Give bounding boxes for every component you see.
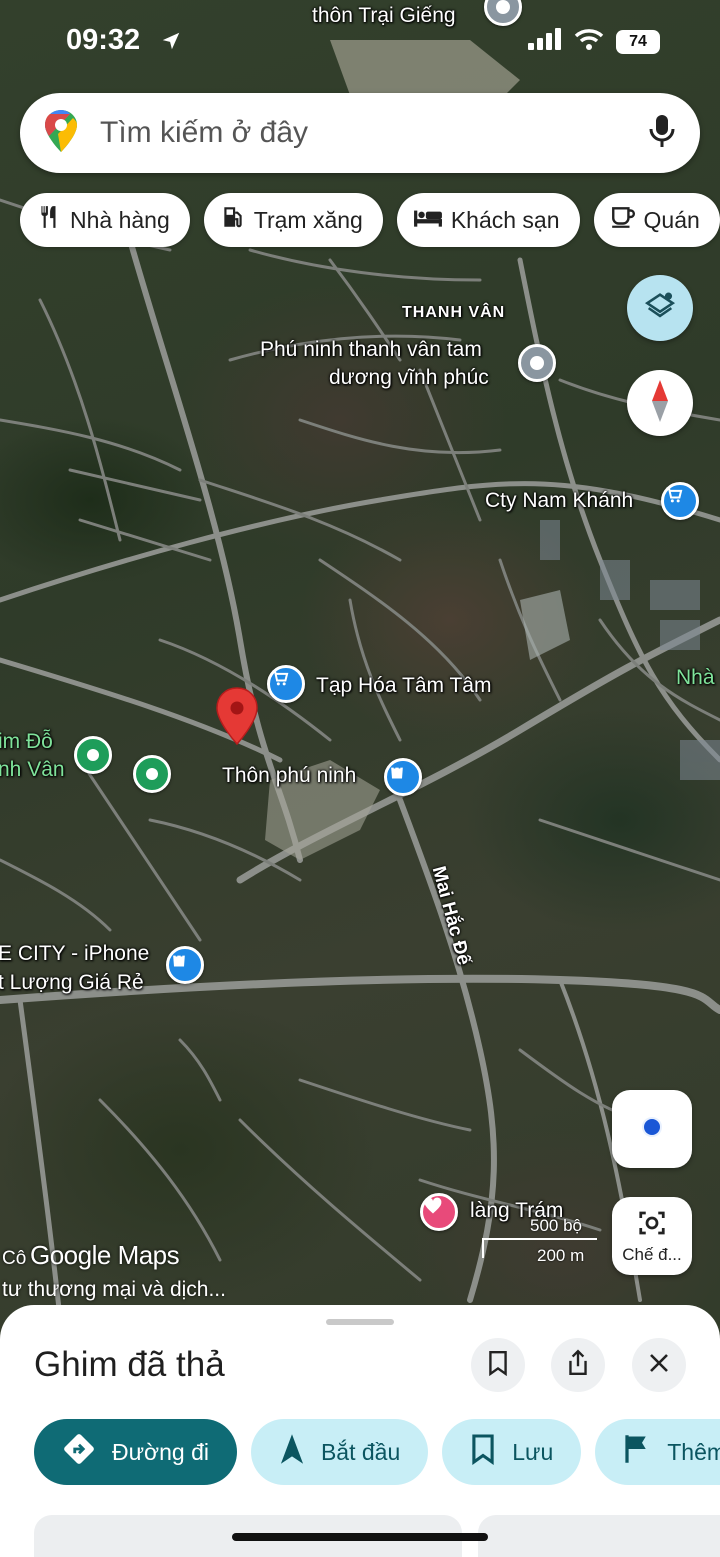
heart-pin-icon[interactable] — [420, 1193, 458, 1231]
park-pin-icon[interactable] — [74, 736, 112, 774]
shopping-bag-icon[interactable] — [384, 758, 422, 796]
compass-button[interactable] — [627, 370, 693, 436]
save-place-button[interactable]: Lưu — [442, 1419, 582, 1485]
attribution-prefix: Cô — [2, 1248, 27, 1269]
map-label-cty-nam-khanh[interactable]: Cty Nam Khánh — [485, 489, 633, 513]
layers-icon — [643, 289, 677, 328]
sheet-drag-handle[interactable] — [326, 1319, 394, 1325]
more-button[interactable]: Thêm — [595, 1419, 720, 1485]
scale-imperial: 500 bộ — [530, 1216, 582, 1235]
bookmark-icon — [487, 1350, 509, 1381]
map-label-city-iphone-line1[interactable]: E CITY - iPhone — [0, 942, 149, 966]
shopping-bag-icon[interactable] — [166, 946, 204, 984]
compass-icon — [650, 379, 670, 427]
close-button[interactable] — [632, 1338, 686, 1392]
my-location-icon — [638, 1113, 666, 1146]
microphone-icon[interactable] — [648, 113, 676, 154]
directions-label: Đường đi — [112, 1438, 209, 1465]
sheet-title: Ghim đã thả — [34, 1345, 225, 1384]
layers-button[interactable] — [627, 275, 693, 341]
map-label-tap-hoa[interactable]: Tạp Hóa Tâm Tâm — [316, 674, 491, 698]
more-label: Thêm — [667, 1438, 720, 1465]
wifi-icon — [574, 28, 604, 55]
gas-station-icon — [220, 204, 246, 236]
info-card[interactable] — [478, 1515, 720, 1557]
hotel-icon — [413, 204, 443, 236]
place-pin-icon[interactable] — [518, 344, 556, 382]
map-label-im-do-line1[interactable]: im Đỗ — [0, 730, 53, 754]
bookmark-icon — [470, 1433, 496, 1471]
start-navigation-button[interactable]: Bắt đầu — [250, 1419, 429, 1485]
save-label: Lưu — [512, 1438, 554, 1465]
cellular-signal-icon — [528, 28, 562, 55]
camera-lens-icon — [637, 1208, 667, 1243]
lens-mode-button[interactable]: Chế đ... — [612, 1197, 692, 1275]
map-label-thanh-van[interactable]: THANH VÂN — [402, 304, 505, 322]
shopping-cart-icon[interactable] — [267, 665, 305, 703]
start-label: Bắt đầu — [320, 1438, 401, 1465]
share-button[interactable] — [551, 1338, 605, 1392]
map-label-thon-phu-ninh[interactable]: Thôn phú ninh — [222, 764, 356, 788]
location-arrow-icon — [160, 30, 182, 57]
map-attribution[interactable]: tư thương mại và dịch... — [2, 1278, 226, 1302]
search-input[interactable]: Tìm kiếm ở đây — [100, 116, 648, 150]
chip-label: Quán — [643, 206, 700, 233]
map-label-phu-ninh-line1[interactable]: Phú ninh thanh vân tam — [260, 338, 482, 362]
scale-metric: 200 m — [537, 1246, 585, 1265]
restaurant-icon — [36, 204, 62, 236]
place-bottom-sheet[interactable]: Ghim đã thả Đường đi Bắt đầu Lưu Thêm — [0, 1305, 720, 1557]
flag-icon — [623, 1434, 651, 1470]
directions-button[interactable]: Đường đi — [34, 1419, 237, 1485]
map-label-trai-gieng[interactable]: thôn Trại Giếng — [312, 4, 456, 28]
map-label-city-iphone-line2[interactable]: t Lượng Giá Rẻ — [0, 971, 144, 995]
lens-label: Chế đ... — [622, 1244, 682, 1264]
chip-cafes[interactable]: Quán — [593, 193, 720, 247]
map-label-nha[interactable]: Nhà — [676, 666, 715, 690]
save-button[interactable] — [471, 1338, 525, 1392]
directions-icon — [62, 1432, 96, 1472]
google-maps-watermark: Google Maps — [30, 1240, 180, 1270]
home-indicator — [232, 1533, 488, 1541]
chip-label: Nhà hàng — [70, 206, 170, 233]
navigation-icon — [279, 1433, 305, 1471]
park-pin-icon[interactable] — [133, 755, 171, 793]
status-time: 09:32 — [66, 24, 141, 56]
chip-gas-stations[interactable]: Trạm xăng — [203, 193, 383, 247]
map-label-im-do-line2[interactable]: nh Vân — [0, 758, 65, 782]
close-icon — [648, 1352, 670, 1379]
chip-label: Trạm xăng — [253, 206, 363, 233]
my-location-button[interactable] — [612, 1090, 692, 1168]
google-maps-logo-icon — [44, 109, 78, 158]
share-icon — [566, 1348, 590, 1382]
battery-indicator: 74 — [616, 29, 660, 54]
cafe-icon — [610, 204, 636, 236]
shopping-cart-icon[interactable] — [661, 482, 699, 520]
map-label-phu-ninh-line2[interactable]: dương vĩnh phúc — [329, 366, 489, 390]
chip-hotels[interactable]: Khách sạn — [396, 193, 580, 247]
chip-restaurants[interactable]: Nhà hàng — [20, 193, 190, 247]
search-bar[interactable]: Tìm kiếm ở đây — [20, 93, 700, 173]
chip-label: Khách sạn — [450, 206, 560, 233]
